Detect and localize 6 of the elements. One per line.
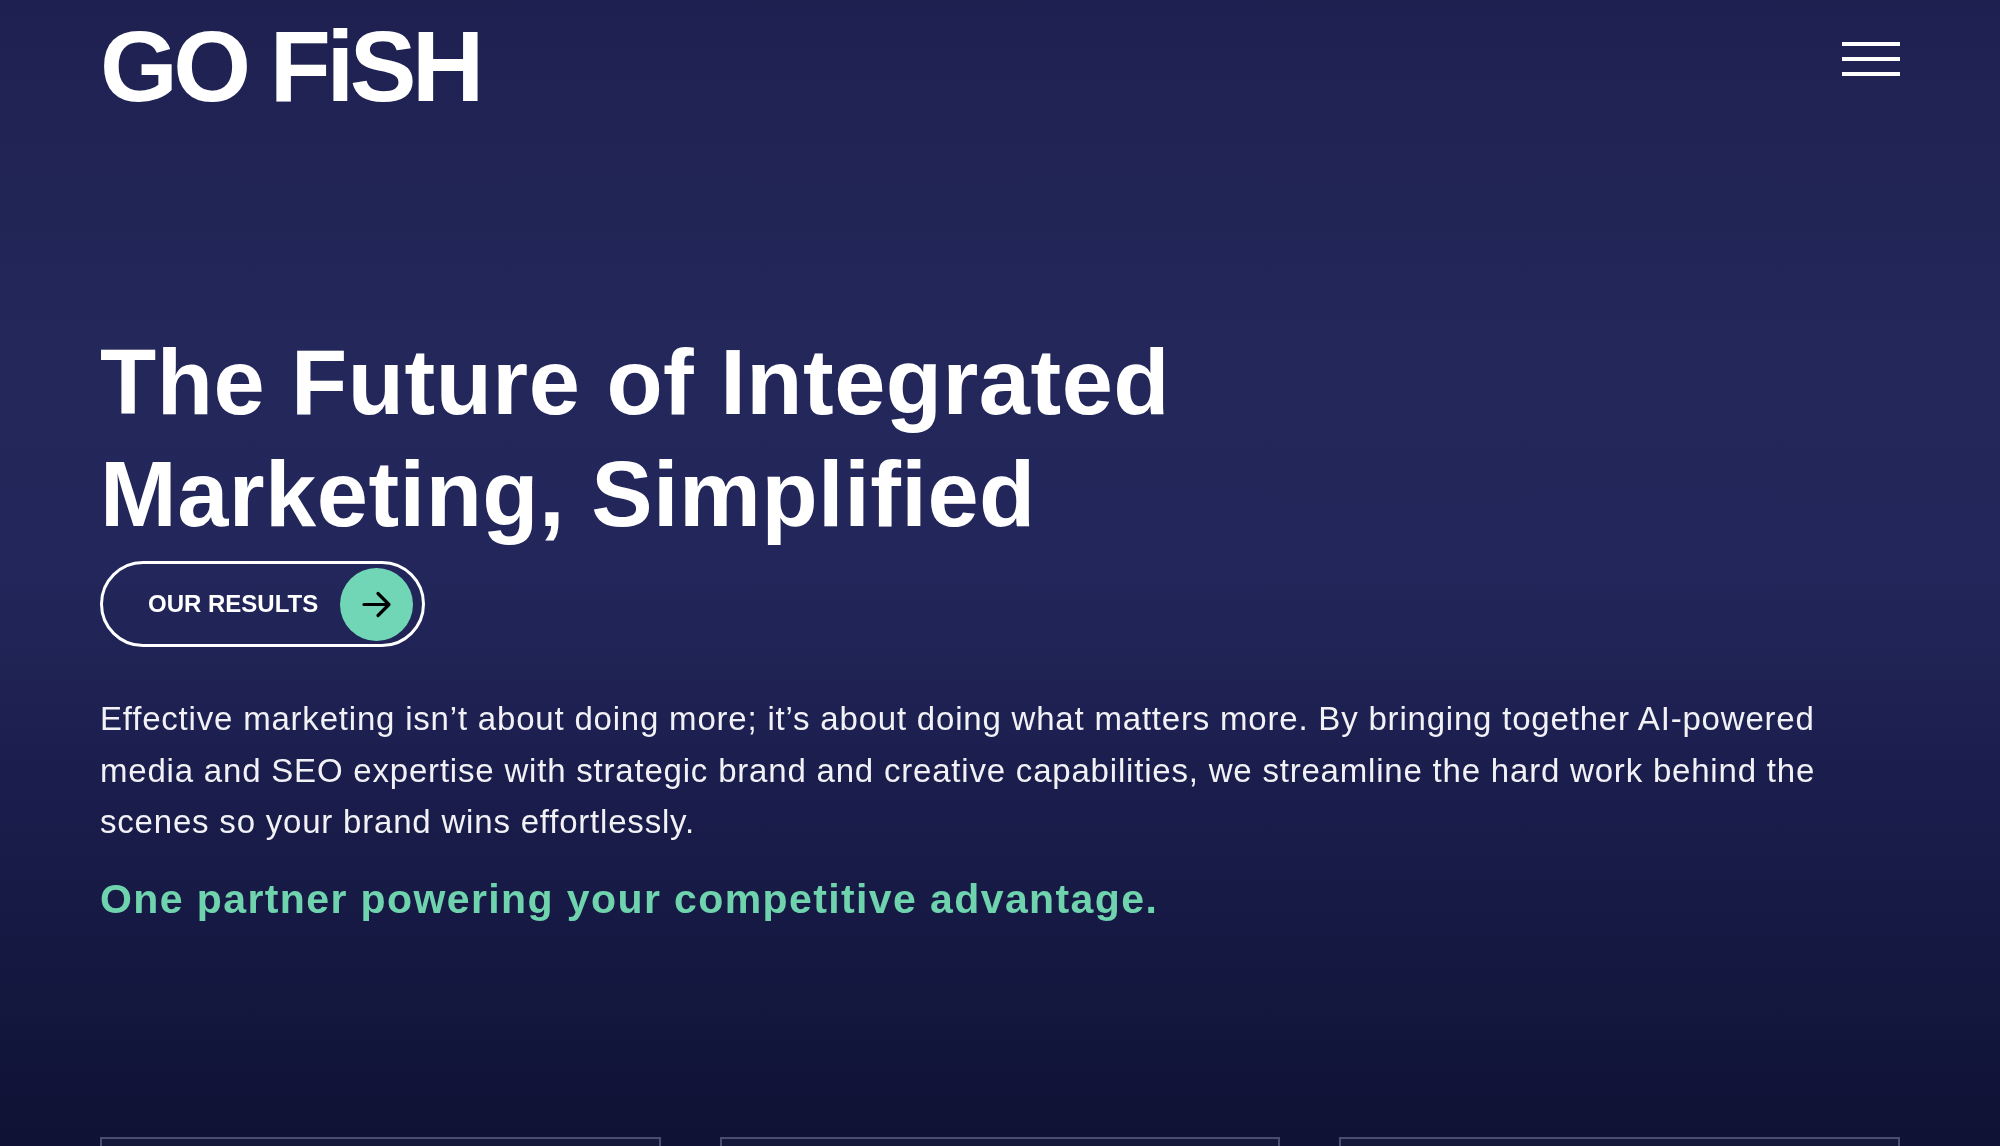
tagline: One partner powering your competitive advantage. [100,874,1160,923]
logo[interactable]: GO FiSH [100,27,480,105]
intro-paragraph: Effective marketing isn’t about doing more; it’s about doing what matters more. By bringing together AI-powered media and SEO expertise with strategic brand and creative capabilities, we streamline the hard work behind the scenes so your brand wins effortlessly. [100,699,1817,842]
hero-headline: The Future of Integrated Marketing, Simplified [100,330,1171,547]
menu-icon[interactable] [1842,42,1900,76]
our-results-button[interactable]: OUR RESULTS [100,561,425,647]
